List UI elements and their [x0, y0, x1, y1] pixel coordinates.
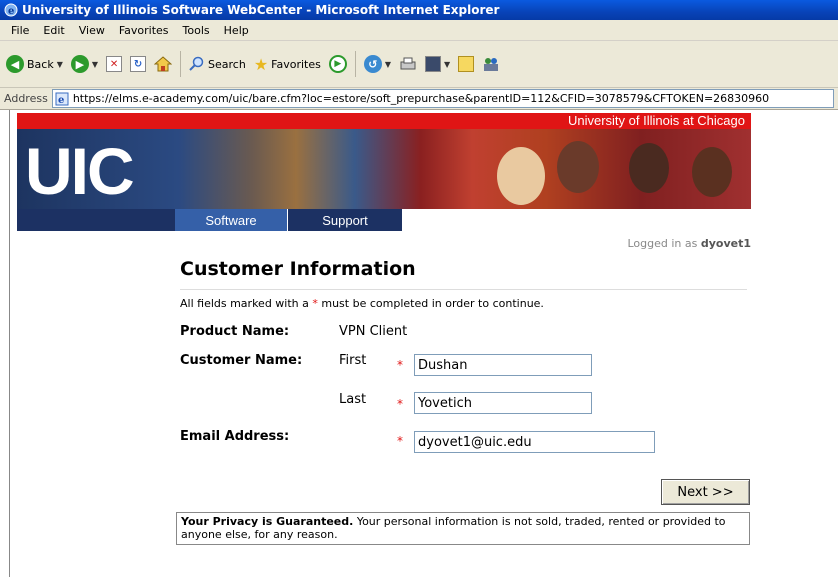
last-name-field[interactable]: Yovetich — [414, 392, 592, 414]
nav-left-strip — [17, 209, 175, 231]
heading-divider — [180, 289, 747, 290]
first-name-label: First — [339, 353, 367, 368]
forward-arrow-icon: ▶ — [70, 55, 89, 73]
uic-banner: University of Illinois at Chicago UIC — [17, 113, 751, 209]
note-before: All fields marked with a — [180, 297, 309, 310]
customer-name-label: Customer Name: — [180, 353, 303, 368]
print-icon — [400, 57, 416, 70]
edit-icon — [425, 56, 442, 72]
banner-photo-figure — [692, 147, 732, 197]
university-name: University of Illinois at Chicago — [567, 113, 745, 128]
ie-logo-icon: e — [4, 3, 18, 17]
back-label: Back — [27, 57, 54, 71]
forward-dropdown-icon[interactable]: ▼ — [92, 60, 98, 69]
privacy-notice: Your Privacy is Guaranteed. Your persona… — [176, 512, 750, 545]
stop-button[interactable]: ✕ — [102, 52, 126, 76]
menu-help[interactable]: Help — [217, 24, 256, 37]
site-nav: Software Support — [17, 209, 751, 231]
banner-photo-figure — [497, 147, 545, 205]
page-title: Customer Information — [180, 258, 416, 280]
search-button[interactable]: Search — [185, 52, 250, 76]
address-label: Address — [4, 92, 48, 105]
media-icon: ▶ — [328, 55, 347, 73]
print-button[interactable] — [395, 52, 421, 76]
menu-edit[interactable]: Edit — [36, 24, 71, 37]
next-button[interactable]: Next >> — [661, 479, 750, 505]
logged-in-user: dyovet1 — [700, 237, 751, 250]
note-required-star: * — [312, 297, 318, 310]
address-bar: Address e https://elms.e-academy.com/uic… — [0, 88, 838, 110]
email-label: Email Address: — [180, 429, 290, 444]
home-button[interactable] — [150, 52, 176, 76]
search-label: Search — [208, 57, 246, 71]
discuss-button[interactable] — [454, 52, 478, 76]
folder-icon — [458, 56, 475, 72]
email-required: * — [397, 434, 403, 448]
tab-software[interactable]: Software — [175, 209, 287, 231]
edit-button[interactable]: ▼ — [421, 52, 454, 76]
privacy-heading: Your Privacy is Guaranteed. — [181, 515, 354, 528]
logged-in-prefix: Logged in as — [627, 237, 698, 250]
history-icon: ↺ — [363, 55, 382, 73]
favorites-button[interactable]: ★ Favorites — [250, 52, 325, 76]
product-name-value: VPN Client — [339, 324, 408, 339]
history-dropdown-icon[interactable]: ▼ — [385, 60, 391, 69]
svg-text:e: e — [58, 95, 64, 106]
menu-file[interactable]: File — [4, 24, 36, 37]
tab-support[interactable]: Support — [288, 209, 402, 231]
favorites-label: Favorites — [271, 57, 321, 71]
menu-tools[interactable]: Tools — [176, 24, 217, 37]
messenger-button[interactable] — [478, 52, 504, 76]
back-arrow-icon: ◀ — [6, 55, 24, 73]
refresh-icon: ↻ — [130, 56, 147, 72]
product-name-label: Product Name: — [180, 324, 290, 339]
required-note: All fields marked with a * must be compl… — [180, 297, 544, 310]
forward-button[interactable]: ▶ ▼ — [67, 52, 102, 76]
toolbar-separator — [354, 51, 356, 77]
refresh-button[interactable]: ↻ — [126, 52, 150, 76]
home-icon — [154, 56, 173, 72]
search-icon — [189, 56, 204, 71]
menu-bar: File Edit View Favorites Tools Help — [0, 20, 838, 41]
messenger-icon — [484, 58, 499, 71]
first-name-required: * — [397, 358, 403, 372]
banner-photo-figure — [629, 143, 669, 193]
content-left-border — [9, 110, 10, 577]
media-button[interactable]: ▶ — [325, 52, 351, 76]
uic-logo: UIC — [25, 134, 135, 208]
back-dropdown-icon[interactable]: ▼ — [57, 60, 63, 69]
first-name-field[interactable]: Dushan — [414, 354, 592, 376]
toolbar-separator — [180, 51, 182, 77]
menu-favorites[interactable]: Favorites — [112, 24, 176, 37]
svg-text:e: e — [8, 6, 14, 17]
menu-view[interactable]: View — [72, 24, 112, 37]
stop-icon: ✕ — [106, 56, 123, 72]
browser-toolbar: ◀ Back ▼ ▶ ▼ ✕ ↻ Search ★ Favorites ▶ ↺ … — [0, 41, 838, 88]
back-button[interactable]: ◀ Back ▼ — [2, 52, 67, 76]
page-icon: e — [55, 92, 69, 106]
edit-dropdown-icon[interactable]: ▼ — [444, 60, 450, 69]
window-titlebar: e University of Illinois Software WebCen… — [0, 0, 838, 20]
window-title: University of Illinois Software WebCente… — [22, 3, 500, 17]
address-input[interactable]: e https://elms.e-academy.com/uic/bare.cf… — [51, 89, 834, 108]
address-url: https://elms.e-academy.com/uic/bare.cfm?… — [72, 92, 770, 105]
last-name-label: Last — [339, 392, 367, 407]
star-icon: ★ — [253, 54, 269, 74]
history-button[interactable]: ↺ ▼ — [360, 52, 395, 76]
banner-photo-figure — [557, 141, 599, 193]
note-after: must be completed in order to continue. — [321, 297, 544, 310]
logged-in-status: Logged in as dyovet1 — [627, 237, 751, 250]
last-name-required: * — [397, 397, 403, 411]
email-field[interactable]: dyovet1@uic.edu — [414, 431, 655, 453]
